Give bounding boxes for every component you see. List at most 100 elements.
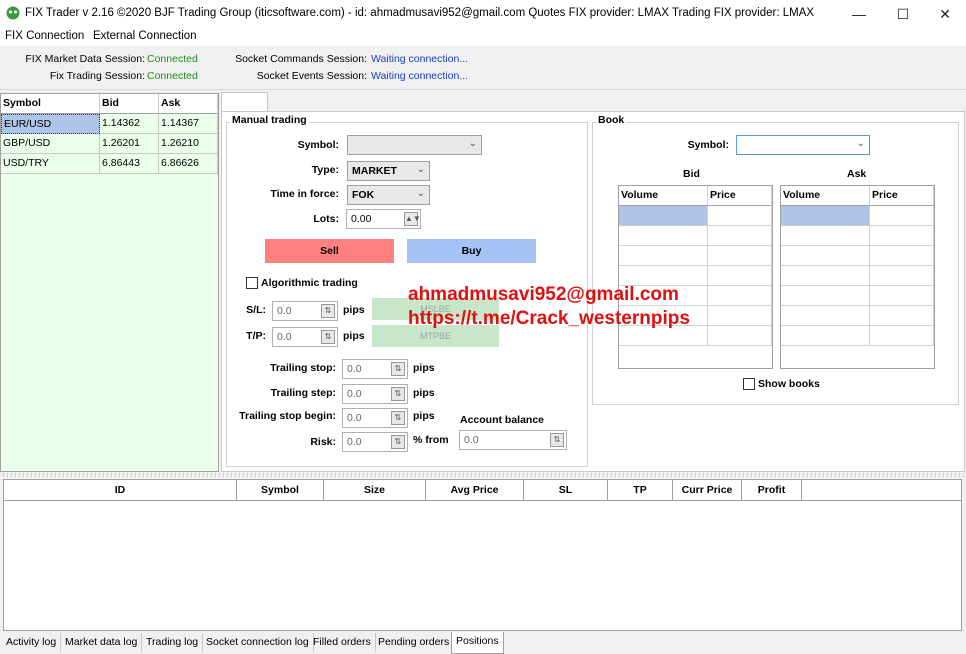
bid-book-table[interactable]: Volume Price (618, 185, 773, 369)
table-row[interactable] (708, 306, 772, 326)
column-header-tp[interactable]: TP (608, 480, 673, 501)
sell-button[interactable]: Sell (265, 239, 394, 263)
spinner-icon[interactable]: ⇅ (391, 411, 405, 425)
table-row[interactable] (870, 226, 934, 246)
table-row-ask[interactable]: 1.14367 (159, 114, 218, 134)
table-row[interactable] (870, 246, 934, 266)
bid-volume-header[interactable]: Volume (619, 186, 708, 206)
table-row[interactable] (870, 286, 934, 306)
column-header-avg-price[interactable]: Avg Price (426, 480, 524, 501)
spinner-icon[interactable]: ⇅ (550, 433, 564, 447)
trailing-stop-begin-value: 0.0 (347, 412, 362, 424)
ask-price-header[interactable]: Price (870, 186, 934, 206)
tab-market-data-log[interactable]: Market data log (61, 633, 143, 652)
spinner-icon[interactable]: ⇅ (321, 304, 335, 318)
table-row[interactable] (870, 266, 934, 286)
table-row[interactable] (781, 326, 870, 346)
trailing-stop-input[interactable]: 0.0 ⇅ (342, 359, 408, 379)
table-row[interactable] (708, 206, 772, 226)
percent-from-label: % from (413, 434, 449, 446)
table-row[interactable] (708, 286, 772, 306)
spinner-icon[interactable]: ⇅ (391, 387, 405, 401)
spinner-icon[interactable]: ▲▼ (404, 212, 421, 226)
symbol-select[interactable]: ⌄ (347, 135, 482, 155)
column-header-symbol[interactable]: Symbol (237, 480, 324, 501)
table-row-bid[interactable]: 6.86443 (100, 154, 159, 174)
trailing-step-input[interactable]: 0.0 ⇅ (342, 384, 408, 404)
symbols-table[interactable]: Symbol Bid Ask EUR/USD 1.14362 1.14367 G… (0, 93, 219, 472)
table-row-bid[interactable]: 1.14362 (100, 114, 159, 134)
positions-table[interactable]: ID Symbol Size Avg Price SL TP Curr Pric… (3, 479, 962, 631)
spinner-icon[interactable]: ⇅ (321, 330, 335, 344)
table-row[interactable] (781, 306, 870, 326)
sl-label: S/L: (246, 304, 266, 316)
column-header-id[interactable]: ID (4, 480, 237, 501)
time-in-force-select[interactable]: FOK ⌄ (347, 185, 430, 205)
socket-events-status: Waiting connection... (371, 70, 469, 82)
chevron-down-icon: ⌄ (468, 138, 477, 149)
column-header-symbol[interactable]: Symbol (1, 94, 100, 114)
table-row[interactable] (781, 246, 870, 266)
maximize-button[interactable]: ☐ (882, 0, 924, 28)
spinner-icon[interactable]: ⇅ (391, 435, 405, 449)
column-header-bid[interactable]: Bid (100, 94, 159, 114)
table-row[interactable] (619, 266, 708, 286)
tab-filled-orders[interactable]: Filled orders (309, 633, 376, 652)
table-row[interactable] (619, 246, 708, 266)
account-balance-input[interactable]: 0.0 ⇅ (459, 430, 567, 450)
table-row-bid[interactable]: 1.26201 (100, 134, 159, 154)
tab-activity-log[interactable]: Activity log (2, 633, 62, 652)
table-row[interactable] (708, 266, 772, 286)
socket-commands-label: Socket Commands Session: (235, 53, 367, 65)
table-row[interactable] (708, 326, 772, 346)
trading-tab[interactable] (221, 92, 268, 112)
menu-external-connection[interactable]: External Connection (93, 30, 197, 42)
spinner-icon[interactable]: ⇅ (391, 362, 405, 376)
table-row[interactable] (781, 266, 870, 286)
ask-volume-header[interactable]: Volume (781, 186, 870, 206)
tp-input[interactable]: 0.0 ⇅ (272, 327, 338, 347)
table-row[interactable] (781, 206, 870, 226)
book-symbol-select[interactable]: ⌄ (736, 135, 870, 155)
table-row[interactable] (708, 246, 772, 266)
column-header-curr-price[interactable]: Curr Price (673, 480, 742, 501)
sl-input[interactable]: 0.0 ⇅ (272, 301, 338, 321)
table-row[interactable] (619, 206, 708, 226)
trailing-stop-begin-input[interactable]: 0.0 ⇅ (342, 408, 408, 428)
table-row[interactable] (781, 226, 870, 246)
algorithmic-trading-checkbox[interactable] (246, 277, 258, 289)
show-books-checkbox[interactable] (743, 378, 755, 390)
column-header-profit[interactable]: Profit (742, 480, 802, 501)
table-row-ask[interactable]: 6.86626 (159, 154, 218, 174)
table-row[interactable] (870, 206, 934, 226)
socket-commands-status: Waiting connection... (371, 53, 469, 65)
type-select[interactable]: MARKET ⌄ (347, 161, 430, 181)
panel-splitter[interactable] (0, 473, 966, 477)
table-row[interactable] (708, 226, 772, 246)
table-row[interactable] (870, 326, 934, 346)
column-header-sl[interactable]: SL (524, 480, 608, 501)
table-row[interactable] (870, 306, 934, 326)
table-row-symbol[interactable]: EUR/USD (1, 114, 100, 134)
table-row[interactable] (619, 226, 708, 246)
tab-positions[interactable]: Positions (451, 632, 504, 654)
account-balance-value: 0.0 (464, 434, 479, 446)
column-header-size[interactable]: Size (324, 480, 426, 501)
trading-session-status: Connected (147, 70, 198, 82)
lots-input[interactable]: 0.00 ▲▼ (346, 209, 421, 229)
table-row-symbol[interactable]: USD/TRY (1, 154, 100, 174)
column-header-ask[interactable]: Ask (159, 94, 218, 114)
table-row[interactable] (781, 286, 870, 306)
close-button[interactable]: ✕ (924, 0, 966, 28)
tab-trading-log[interactable]: Trading log (142, 633, 204, 652)
buy-button[interactable]: Buy (407, 239, 536, 263)
tab-socket-connection-log[interactable]: Socket connection log (202, 633, 314, 652)
table-row-ask[interactable]: 1.26210 (159, 134, 218, 154)
tab-pending-orders[interactable]: Pending orders (374, 633, 455, 652)
ask-book-table[interactable]: Volume Price (780, 185, 935, 369)
risk-input[interactable]: 0.0 ⇅ (342, 432, 408, 452)
menu-fix-connection[interactable]: FIX Connection (5, 30, 84, 42)
table-row-symbol[interactable]: GBP/USD (1, 134, 100, 154)
bid-price-header[interactable]: Price (708, 186, 772, 206)
minimize-button[interactable]: — (838, 0, 880, 28)
